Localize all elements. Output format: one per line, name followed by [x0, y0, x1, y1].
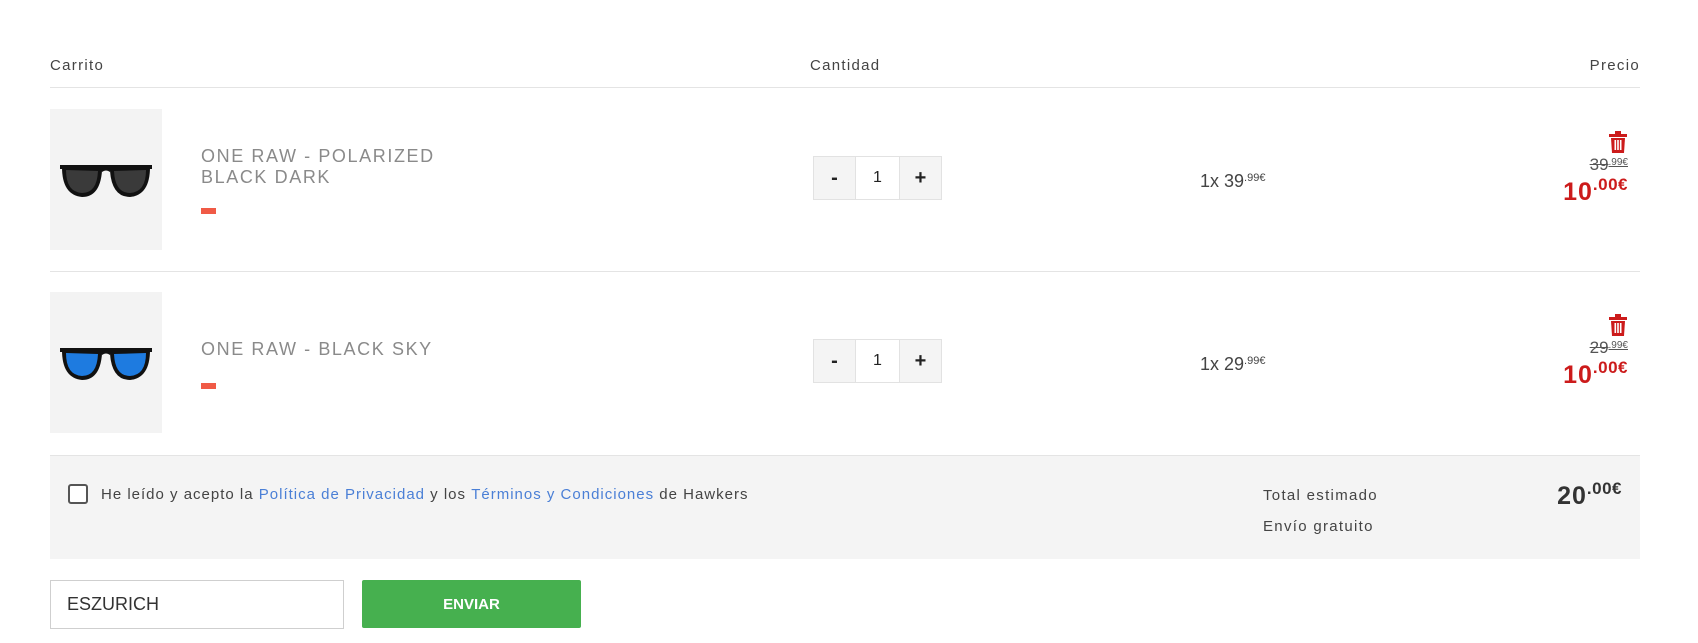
- product-name-line: BLACK DARK: [201, 167, 332, 187]
- quantity-column-label: Cantidad: [810, 57, 881, 74]
- product-name-line: ONE RAW - BLACK SKY: [201, 339, 433, 359]
- product-image[interactable]: [50, 109, 162, 250]
- terms-checkbox[interactable]: [68, 484, 88, 504]
- product-name[interactable]: ONE RAW - POLARIZED BLACK DARK: [201, 146, 461, 188]
- estimated-total-value: 20.00€: [1557, 479, 1622, 511]
- order-summary: He leído y acepto la Política de Privaci…: [50, 455, 1640, 559]
- coupon-input[interactable]: [50, 580, 344, 629]
- unit-price-cents: .99€: [1244, 172, 1266, 184]
- submit-coupon-button[interactable]: ENVIAR: [362, 580, 581, 628]
- total-cents: .00€: [1586, 479, 1622, 498]
- sale-price: 10.00€: [1563, 358, 1628, 390]
- terms-text: He leído y acepto la: [101, 485, 259, 503]
- price-column-label: Precio: [1589, 57, 1640, 74]
- free-shipping-label: Envío gratuito: [1263, 518, 1374, 535]
- product-image[interactable]: [50, 292, 162, 433]
- product-name[interactable]: ONE RAW - BLACK SKY: [201, 339, 461, 360]
- original-price-cents: .99€: [1608, 340, 1628, 351]
- unit-price: 1x 29.99€: [1200, 354, 1265, 375]
- sale-price-main: 10: [1563, 361, 1593, 389]
- quantity-value[interactable]: 1: [856, 156, 899, 200]
- unit-price-cents: .99€: [1244, 355, 1266, 367]
- color-swatch: [201, 208, 216, 214]
- decrease-quantity-button[interactable]: -: [813, 156, 856, 200]
- terms-conditions-link[interactable]: Términos y Condiciones: [471, 486, 654, 503]
- original-price-main: 39: [1589, 155, 1609, 174]
- sale-price-cents: .00€: [1592, 358, 1628, 377]
- sunglasses-icon: [60, 347, 152, 380]
- cart-item: ONE RAW - BLACK SKY - 1 + 1x 29.99€ 29.9…: [50, 272, 1640, 455]
- increase-quantity-button[interactable]: +: [899, 339, 942, 383]
- original-price-main: 29: [1589, 338, 1609, 357]
- unit-price-main: 1x 29: [1200, 354, 1245, 374]
- cart-column-label: Carrito: [50, 57, 105, 74]
- sunglasses-icon: [60, 164, 152, 197]
- privacy-policy-link[interactable]: Política de Privacidad: [259, 486, 425, 503]
- sale-price-cents: .00€: [1592, 175, 1628, 194]
- cart-item: ONE RAW - POLARIZED BLACK DARK - 1 + 1x …: [50, 89, 1640, 272]
- unit-price-main: 1x 39: [1200, 171, 1245, 191]
- quantity-stepper: - 1 +: [813, 339, 942, 383]
- trash-icon[interactable]: [1608, 314, 1628, 336]
- original-price-cents: .99€: [1608, 157, 1628, 168]
- sale-price-main: 10: [1563, 178, 1593, 206]
- original-price: 39.99€: [1590, 155, 1628, 175]
- total-main: 20: [1557, 482, 1587, 510]
- unit-price: 1x 39.99€: [1200, 171, 1265, 192]
- quantity-stepper: - 1 +: [813, 156, 942, 200]
- product-name-line: ONE RAW - POLARIZED: [201, 146, 435, 166]
- sale-price: 10.00€: [1563, 175, 1628, 207]
- terms-text: de Hawkers: [654, 485, 749, 503]
- terms-consent: He leído y acepto la Política de Privaci…: [68, 484, 748, 504]
- decrease-quantity-button[interactable]: -: [813, 339, 856, 383]
- cart-header: Carrito Cantidad Precio: [50, 56, 1640, 88]
- trash-icon[interactable]: [1608, 131, 1628, 153]
- estimated-total-label: Total estimado: [1263, 487, 1378, 504]
- quantity-value[interactable]: 1: [856, 339, 899, 383]
- terms-text: y los: [425, 485, 472, 503]
- increase-quantity-button[interactable]: +: [899, 156, 942, 200]
- original-price: 29.99€: [1590, 338, 1628, 358]
- color-swatch: [201, 383, 216, 389]
